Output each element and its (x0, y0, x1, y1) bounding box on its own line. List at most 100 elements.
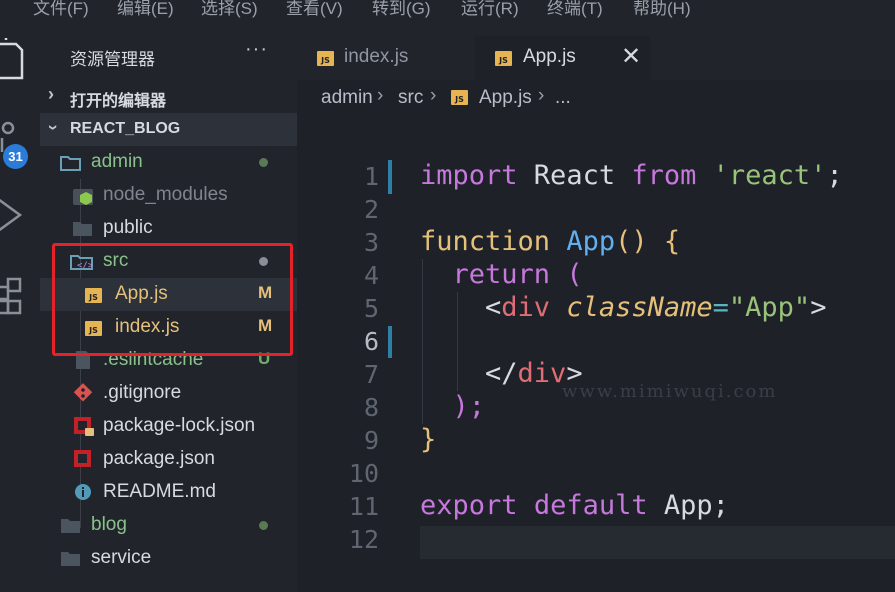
line-number: 9 (363, 426, 379, 455)
tree-file-package-json[interactable]: package.json (40, 443, 297, 476)
line-number: 4 (363, 261, 379, 290)
svg-text:</>: </> (77, 261, 94, 271)
explorer-icon[interactable] (0, 38, 40, 88)
tree-folder-service[interactable]: service (40, 542, 297, 575)
line-number: 3 (363, 228, 379, 257)
tab-index-js[interactable]: JS index.js (297, 36, 475, 80)
tree-folder-admin[interactable]: admin (40, 146, 297, 179)
menu-edit[interactable]: 编辑(E) (117, 0, 174, 18)
code-token: "App" (728, 292, 811, 323)
code-line: <div className="App"> (420, 292, 826, 323)
menu-selection[interactable]: 选择(S) (201, 0, 258, 18)
tab-label: index.js (344, 46, 409, 67)
folder-icon (61, 519, 80, 533)
menu-file[interactable]: 文件(F) (33, 0, 89, 18)
tree-label: package.json (103, 448, 215, 469)
line-number: 5 (363, 294, 379, 323)
menu-run[interactable]: 运行(R) (461, 0, 519, 18)
code-token: className (566, 292, 713, 323)
chevron-right-icon: › (538, 85, 545, 106)
breadcrumb-item[interactable]: App.js (479, 87, 532, 109)
tree-folder-node-modules[interactable]: node_modules (40, 179, 297, 212)
modified-dot (259, 521, 268, 530)
watermark: www.mimiwuqi.com (562, 381, 778, 402)
js-file-icon: JS (451, 90, 468, 105)
tree-label: blog (91, 514, 127, 535)
modified-dot (259, 257, 268, 266)
chevron-down-icon: › (43, 124, 64, 131)
current-line-highlight (420, 526, 895, 559)
tree-file-readme[interactable]: README.md (40, 476, 297, 509)
git-status-badge: M (258, 316, 273, 335)
tree-label: App.js (115, 283, 168, 304)
line-number: 11 (348, 492, 379, 521)
menu-terminal[interactable]: 终端(T) (547, 0, 603, 18)
tree-file-eslintcache[interactable]: .eslintcache U (40, 344, 297, 377)
code-token: ; (826, 160, 843, 191)
tab-app-js[interactable]: JS App.js ✕ (475, 36, 650, 80)
git-status-badge: U (258, 349, 271, 368)
code-line: import React from 'react'; (420, 160, 843, 191)
chevron-right-icon: › (430, 85, 437, 106)
line-number: 10 (348, 459, 379, 488)
menu-go[interactable]: 转到(G) (372, 0, 431, 18)
code-token: } (420, 424, 437, 455)
tree-file-app-js[interactable]: JS App.js M (40, 278, 297, 311)
tree-folder-blog[interactable]: blog (40, 509, 297, 542)
code-line: export default App; (420, 490, 729, 521)
src-folder-open-icon: </> (70, 255, 94, 271)
code-token: </ (420, 358, 518, 389)
close-icon[interactable]: ✕ (621, 42, 641, 71)
node-folder-icon (73, 189, 93, 205)
folder-open-icon (60, 156, 81, 171)
run-debug-icon[interactable] (0, 193, 40, 237)
workspace-label: REACT_BLOG (70, 120, 181, 137)
code-editor[interactable]: www.mimiwuqi.com 1 2 3 4 5 6 7 8 9 10 11 12 import … (297, 116, 895, 592)
line-number: 12 (348, 525, 379, 554)
line-number: 1 (363, 162, 379, 191)
folder-icon (61, 552, 80, 566)
code-token: React (517, 160, 632, 191)
tree-file-package-lock[interactable]: package-lock.json (40, 410, 297, 443)
code-line: function App() { (420, 226, 680, 257)
tree-file-gitignore[interactable]: .gitignore (40, 377, 297, 410)
extensions-icon[interactable] (0, 273, 40, 319)
folder-icon (73, 222, 92, 236)
code-token: = (712, 292, 729, 323)
code-token: App (566, 226, 616, 257)
line-number: 8 (363, 393, 379, 422)
line-number: 6 (363, 327, 379, 356)
code-line: } (420, 424, 436, 455)
breadcrumb-item[interactable]: src (398, 87, 423, 109)
code-token: export (420, 490, 518, 521)
code-token: { (647, 226, 681, 257)
code-token: 'react' (712, 160, 827, 191)
workspace-section[interactable]: › REACT_BLOG (40, 113, 297, 146)
explorer-header: 资源管理器 ··· (40, 36, 297, 72)
npm-icon (74, 450, 91, 467)
tree-label: README.md (103, 481, 216, 502)
open-editors-section[interactable]: › 打开的编辑器 (40, 80, 297, 113)
js-file-icon: JS (85, 288, 102, 303)
breadcrumb-item[interactable]: admin (321, 87, 373, 109)
menu-bar: 文件(F) 编辑(E) 选择(S) 查看(V) 转到(G) 运行(R) 终端(T… (0, 0, 895, 18)
menu-help[interactable]: 帮助(H) (633, 0, 691, 18)
tree-file-index-js[interactable]: JS index.js M (40, 311, 297, 344)
breadcrumb-item[interactable]: ... (555, 87, 571, 109)
code-token: < (420, 292, 502, 323)
code-token: import (420, 160, 518, 191)
tree-label: package-lock.json (103, 415, 256, 436)
editor-tab-bar: JS index.js JS App.js ✕ (297, 18, 895, 80)
chevron-right-icon: › (377, 85, 384, 106)
git-gutter-modified (388, 326, 392, 358)
git-gutter-modified (388, 160, 392, 194)
tree-folder-public[interactable]: public (40, 212, 297, 245)
activity-bar: 31 (0, 18, 40, 592)
code-token: ( (550, 259, 583, 290)
more-actions-icon[interactable]: ··· (245, 38, 268, 61)
code-token: return (452, 259, 551, 290)
npm-lock-icon (74, 417, 94, 436)
tree-folder-src[interactable]: </> src (40, 245, 297, 278)
menu-view[interactable]: 查看(V) (286, 0, 343, 18)
